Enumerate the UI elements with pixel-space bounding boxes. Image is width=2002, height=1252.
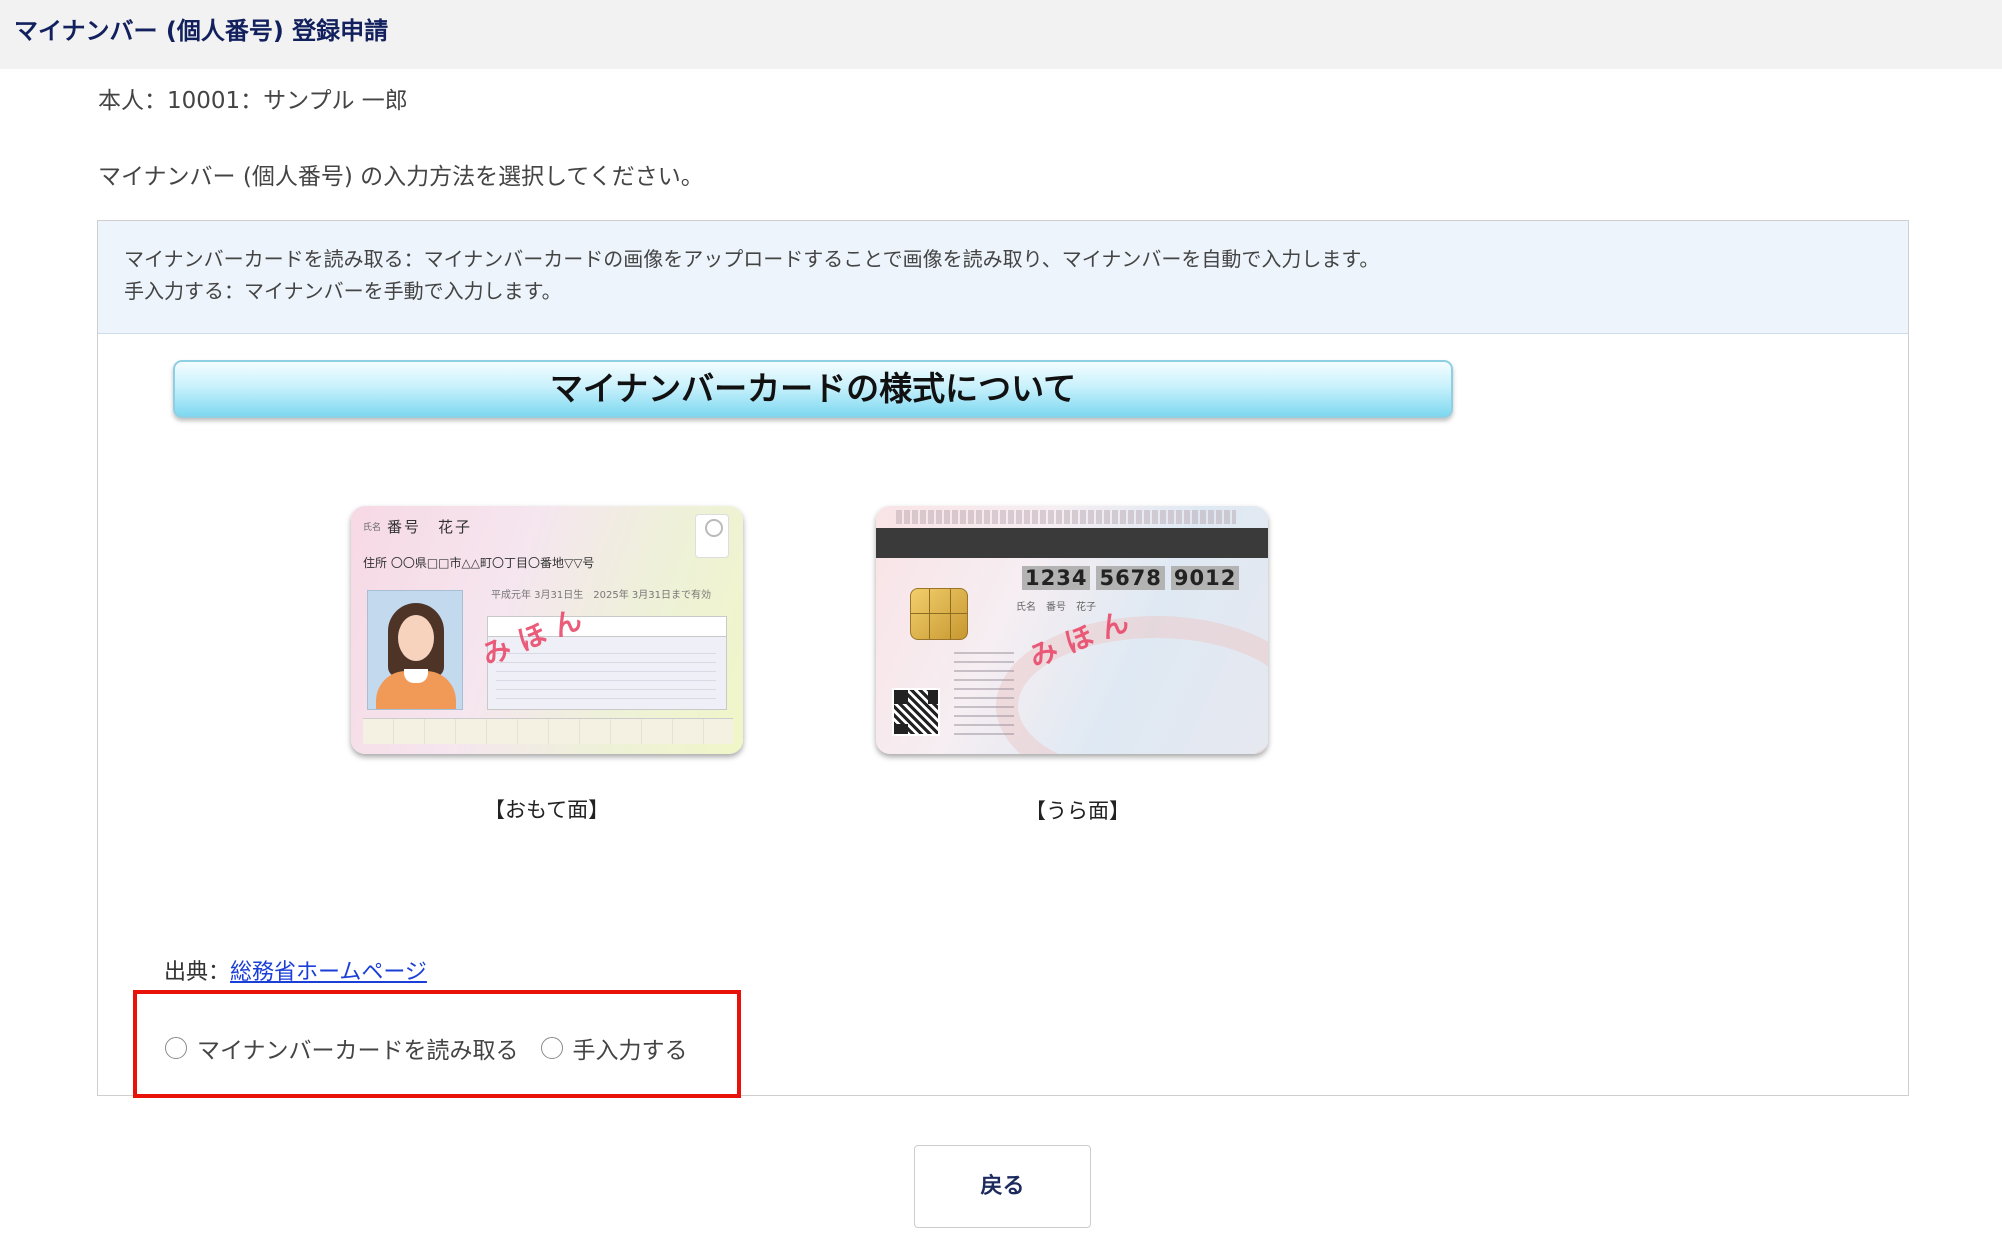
card-front-address: 住所 〇〇県□□市△△町〇丁目〇番地▽▽号	[363, 556, 595, 570]
qr-code-icon	[892, 688, 940, 736]
card-front-name-label: 氏名	[363, 523, 382, 533]
card-front-name: 番号 花子	[387, 518, 473, 536]
card-back-image: 1234 5678 9012 氏名 番号 花子 みほん	[876, 506, 1268, 754]
card-front-image: 氏名 番号 花子 住所 〇〇県□□市△△町〇丁目〇番地▽▽号 平成元年 3月31…	[351, 506, 743, 754]
source-link[interactable]: 総務省ホームページ	[230, 960, 427, 985]
source-label: 出典：	[164, 960, 231, 985]
person-info: 本人：10001：サンプル 一郎	[98, 88, 408, 114]
option-manual-input[interactable]: 手入力する	[540, 1031, 688, 1065]
info-manual-input: 手入力する：マイナンバーを手動で入力します。	[124, 279, 562, 303]
card-front-dob: 平成元年 3月31日生 2025年 3月31日まで有効	[491, 590, 711, 601]
info-read-card: マイナンバーカードを読み取る：マイナンバーカードの画像をアップロードすることで画…	[124, 247, 1380, 271]
option-read-card-label[interactable]: マイナンバーカードを読み取る	[197, 1031, 519, 1065]
input-method-options: マイナンバーカードを読み取る 手入力する	[165, 1030, 710, 1066]
radio-button[interactable]	[165, 1037, 187, 1059]
card-back-caption: 【うら面】	[1025, 799, 1130, 823]
option-read-card[interactable]: マイナンバーカードを読み取る	[165, 1031, 519, 1065]
radio-button[interactable]	[540, 1037, 563, 1059]
card-logo-icon	[695, 514, 729, 558]
info-box: マイナンバーカードを読み取る：マイナンバーカードの画像をアップロードすることで画…	[98, 221, 1908, 334]
portrait-photo	[367, 590, 463, 710]
input-method-panel: マイナンバーカードを読み取る：マイナンバーカードの画像をアップロードすることで画…	[97, 220, 1909, 1096]
card-back-number: 1234 5678 9012	[1022, 566, 1245, 590]
ic-chip-icon	[910, 588, 968, 640]
card-back-name: 氏名 番号 花子	[1016, 602, 1096, 613]
option-manual-input-label[interactable]: 手入力する	[573, 1031, 688, 1065]
page-header: マイナンバー (個人番号) 登録申請	[0, 0, 2002, 69]
back-button[interactable]: 戻る	[914, 1145, 1091, 1228]
page-title: マイナンバー (個人番号) 登録申請	[14, 17, 389, 45]
card-format-banner: マイナンバーカードの様式について	[173, 360, 1453, 418]
instruction-text: マイナンバー (個人番号) の入力方法を選択してください。	[98, 164, 704, 190]
card-front-footer	[363, 718, 733, 744]
magnetic-strip	[876, 528, 1268, 558]
card-format-banner-text: マイナンバーカードの様式について	[549, 369, 1077, 408]
card-front-caption: 【おもて面】	[484, 798, 610, 822]
source-citation: 出典：総務省ホームページ	[164, 957, 427, 989]
